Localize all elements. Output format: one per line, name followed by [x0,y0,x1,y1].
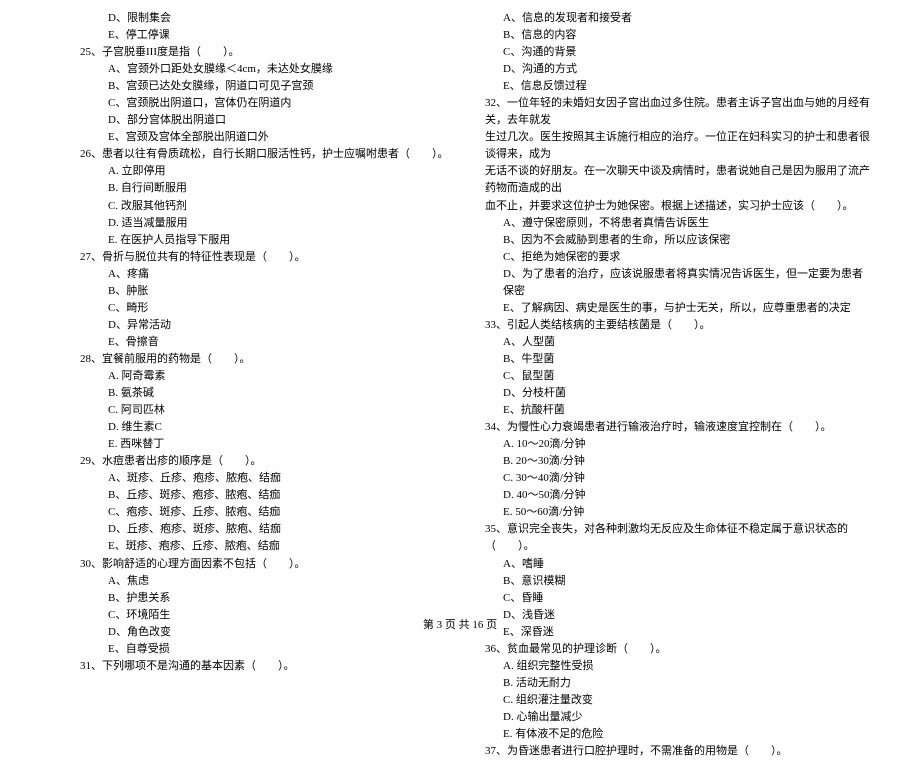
q31-option-a: A、信息的发现者和接受者 [485,10,870,27]
q32-line4: 血不止，并要求这位护士为她保密。根据上述描述，实习护士应该（ ）。 [485,198,870,215]
q29: 29、水痘患者出疹的顺序是（ ）。 [80,453,455,470]
q28-option-e: E. 西咪替丁 [80,436,455,453]
q33-option-d: D、分枝杆菌 [485,385,870,402]
q33-option-c: C、鼠型菌 [485,368,870,385]
q25: 25、子宫脱垂III度是指（ ）。 [80,44,455,61]
q33: 33、引起人类结核病的主要结核菌是（ ）。 [485,317,870,334]
q30: 30、影响舒适的心理方面因素不包括（ ）。 [80,556,455,573]
q24-option-d: D、限制集会 [80,10,455,27]
q28-option-d: D. 维生素C [80,419,455,436]
q28-option-a: A. 阿奇霉素 [80,368,455,385]
q30-option-c: C、环境陌生 [80,607,455,624]
q32-option-e: E、了解病因、病史是医生的事，与护士无关，所以，应尊重患者的决定 [485,300,870,317]
q37: 37、为昏迷患者进行口腔护理时，不需准备的用物是（ ）。 [485,743,870,760]
q36-option-d: D. 心输出量减少 [485,709,870,726]
q26-option-c: C. 改服其他钙剂 [80,198,455,215]
q28-option-b: B. 氨茶碱 [80,385,455,402]
q30-option-e: E、自尊受损 [80,641,455,658]
q25-option-e: E、宫颈及宫体全部脱出阴道口外 [80,129,455,146]
q35-option-c: C、昏睡 [485,590,870,607]
q30-option-d: D、角色改变 [80,624,455,641]
q25-option-c: C、宫颈脱出阴道口，宫体仍在阴道内 [80,95,455,112]
q27-option-a: A、疼痛 [80,266,455,283]
q32-option-c: C、拒绝为她保密的要求 [485,249,870,266]
q36: 36、贫血最常见的护理诊断（ ）。 [485,641,870,658]
q31-option-e: E、信息反馈过程 [485,78,870,95]
q29-option-d: D、丘疹、疱疹、斑疹、脓疱、结痂 [80,521,455,538]
q25-option-b: B、宫颈已达处女膜缘，阴道口可见子宫颈 [80,78,455,95]
q32-line2: 生过几次。医生按照其主诉施行相应的治疗。一位正在妇科实习的护士和患者很谈得来，成… [485,129,870,163]
q31-option-c: C、沟通的背景 [485,44,870,61]
q35-option-e: E、深昏迷 [485,624,870,641]
q32-option-a: A、遵守保密原则，不将患者真情告诉医生 [485,215,870,232]
q36-option-c: C. 组织灌注量改变 [485,692,870,709]
q24-option-e: E、停工停课 [80,27,455,44]
q32-line3: 无话不谈的好朋友。在一次聊天中谈及病情时，患者说她自己是因为服用了流产药物而造成… [485,163,870,197]
q32-option-b: B、因为不会威胁到患者的生命，所以应该保密 [485,232,870,249]
q29-option-b: B、丘疹、斑疹、疱疹、脓疱、结痂 [80,487,455,504]
q34-option-a: A. 10～20滴/分钟 [485,436,870,453]
q29-option-a: A、斑疹、丘疹、疱疹、脓疱、结痂 [80,470,455,487]
q27-option-b: B、肿胀 [80,283,455,300]
q36-option-a: A. 组织完整性受损 [485,658,870,675]
q30-option-a: A、焦虑 [80,573,455,590]
q36-option-b: B. 活动无耐力 [485,675,870,692]
q35-option-b: B、意识模糊 [485,573,870,590]
left-column: D、限制集会 E、停工停课 25、子宫脱垂III度是指（ ）。 A、宫颈外口距处… [80,10,475,610]
q35-option-d: D、浅昏迷 [485,607,870,624]
q32-option-d: D、为了患者的治疗，应该说服患者将真实情况告诉医生，但一定要为患者保密 [485,266,870,300]
q30-option-b: B、护患关系 [80,590,455,607]
q33-option-b: B、牛型菌 [485,351,870,368]
q34-option-b: B. 20～30滴/分钟 [485,453,870,470]
q29-option-e: E、斑疹、疱疹、丘疹、脓疱、结痂 [80,538,455,555]
q25-option-a: A、宫颈外口距处女膜缘＜4cm，未达处女膜缘 [80,61,455,78]
q35: 35、意识完全丧失，对各种刺激均无反应及生命体征不稳定属于意识状态的（ ）。 [485,521,870,555]
q29-option-c: C、疱疹、斑疹、丘疹、脓疱、结痂 [80,504,455,521]
q34-option-e: E. 50～60滴/分钟 [485,504,870,521]
q27-option-c: C、畸形 [80,300,455,317]
q28: 28、宜餐前服用的药物是（ ）。 [80,351,455,368]
q31: 31、下列哪项不是沟通的基本因素（ ）。 [80,658,455,675]
q33-option-a: A、人型菌 [485,334,870,351]
q25-option-d: D、部分宫体脱出阴道口 [80,112,455,129]
q31-option-d: D、沟通的方式 [485,61,870,78]
page-content: D、限制集会 E、停工停课 25、子宫脱垂III度是指（ ）。 A、宫颈外口距处… [0,0,920,610]
q26: 26、患者以往有骨质疏松，自行长期口服活性钙，护士应嘱咐患者（ ）。 [80,146,455,163]
q28-option-c: C. 阿司匹林 [80,402,455,419]
q33-option-e: E、抗酸杆菌 [485,402,870,419]
q26-option-d: D. 适当减量服用 [80,215,455,232]
q26-option-e: E. 在医护人员指导下服用 [80,232,455,249]
q31-option-b: B、信息的内容 [485,27,870,44]
q27-option-e: E、骨擦音 [80,334,455,351]
right-column: A、信息的发现者和接受者 B、信息的内容 C、沟通的背景 D、沟通的方式 E、信… [475,10,870,610]
q27: 27、骨折与脱位共有的特征性表现是（ ）。 [80,249,455,266]
q26-option-a: A. 立即停用 [80,163,455,180]
q32-line1: 32、一位年轻的未婚妇女因子宫出血过多住院。患者主诉子宫出血与她的月经有关，去年… [485,95,870,129]
q34-option-c: C. 30～40滴/分钟 [485,470,870,487]
q26-option-b: B. 自行间断服用 [80,180,455,197]
q34: 34、为慢性心力衰竭患者进行输液治疗时，输液速度宜控制在（ ）。 [485,419,870,436]
q27-option-d: D、异常活动 [80,317,455,334]
q35-option-a: A、嗜睡 [485,556,870,573]
q34-option-d: D. 40～50滴/分钟 [485,487,870,504]
q36-option-e: E. 有体液不足的危险 [485,726,870,743]
